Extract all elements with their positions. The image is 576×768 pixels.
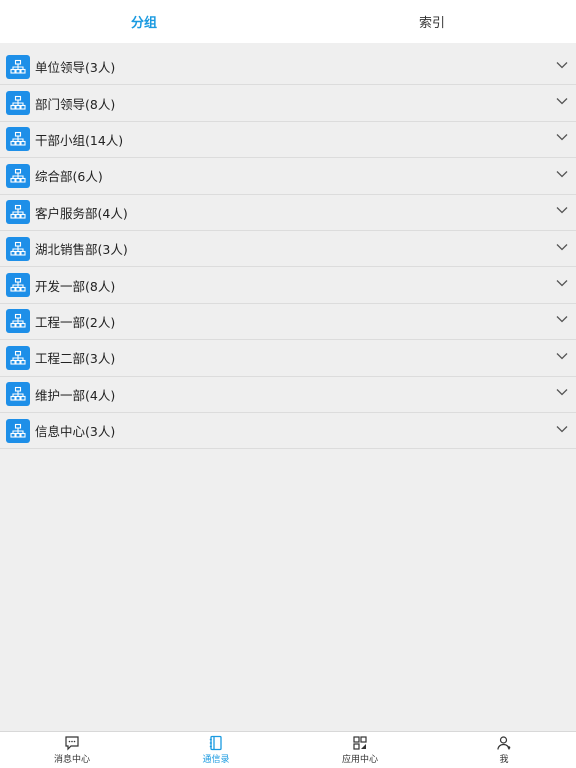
chevron-down-icon[interactable] bbox=[556, 352, 568, 360]
group-row[interactable]: 开发一部(8人) bbox=[0, 267, 576, 304]
org-chart-icon bbox=[6, 91, 30, 116]
nav-label: 消息中心 bbox=[53, 755, 90, 765]
chevron-down-icon[interactable] bbox=[556, 279, 568, 287]
chevron-down-icon[interactable] bbox=[556, 315, 568, 323]
group-row[interactable]: 湖北销售部(3人) bbox=[0, 231, 576, 268]
chevron-down-icon[interactable] bbox=[556, 425, 568, 433]
group-row[interactable]: 客户服务部(4人) bbox=[0, 195, 576, 231]
group-label: 干部小组(14人) bbox=[35, 132, 124, 148]
org-chart-icon bbox=[6, 273, 30, 298]
chevron-down-icon[interactable] bbox=[556, 206, 568, 214]
group-row[interactable]: 维护一部(4人) bbox=[0, 377, 576, 413]
nav-app-center[interactable]: 应用中心 bbox=[288, 732, 432, 768]
apps-grid-icon bbox=[353, 736, 367, 750]
group-row[interactable]: 工程二部(3人) bbox=[0, 340, 576, 377]
group-row[interactable]: 干部小组(14人) bbox=[0, 122, 576, 159]
group-row[interactable]: 单位领导(3人) bbox=[0, 49, 576, 86]
org-chart-icon bbox=[6, 418, 30, 443]
chevron-down-icon[interactable] bbox=[556, 133, 568, 141]
group-list: 单位领导(3人) 部门领导(8人) 干部小组(14人) 综合部(6人) 客户服务… bbox=[0, 49, 576, 450]
tab-index[interactable]: 索引 bbox=[288, 0, 576, 43]
nav-label: 应用中心 bbox=[341, 755, 378, 765]
bottom-nav-bar: 消息中心 通信录 应用中心 我 bbox=[0, 731, 576, 768]
org-chart-icon bbox=[6, 200, 30, 225]
tab-group[interactable]: 分组 bbox=[0, 0, 288, 43]
nav-contacts[interactable]: 通信录 bbox=[144, 732, 288, 768]
user-icon bbox=[497, 736, 511, 750]
top-tab-bar: 分组 索引 bbox=[0, 0, 576, 43]
group-row[interactable]: 部门领导(8人) bbox=[0, 85, 576, 122]
chevron-down-icon[interactable] bbox=[556, 97, 568, 105]
org-chart-icon bbox=[6, 345, 30, 370]
group-row[interactable]: 综合部(6人) bbox=[0, 158, 576, 195]
group-label: 客户服务部(4人) bbox=[35, 205, 128, 221]
group-row[interactable]: 工程一部(2人) bbox=[0, 304, 576, 341]
org-chart-icon bbox=[6, 163, 30, 188]
chevron-down-icon[interactable] bbox=[556, 388, 568, 396]
nav-label: 通信录 bbox=[202, 755, 230, 765]
group-label: 部门领导(8人) bbox=[35, 96, 116, 112]
group-label: 湖北销售部(3人) bbox=[35, 242, 128, 258]
group-label: 工程一部(2人) bbox=[35, 314, 116, 330]
chevron-down-icon[interactable] bbox=[556, 243, 568, 251]
group-row[interactable]: 信息中心(3人) bbox=[0, 413, 576, 450]
org-chart-icon bbox=[6, 309, 30, 334]
org-chart-icon bbox=[6, 236, 30, 261]
org-chart-icon bbox=[6, 382, 30, 407]
org-chart-icon bbox=[6, 54, 30, 79]
group-label: 单位领导(3人) bbox=[35, 60, 116, 76]
message-icon bbox=[65, 736, 79, 751]
group-label: 开发一部(8人) bbox=[35, 278, 116, 294]
org-chart-icon bbox=[6, 127, 30, 152]
chevron-down-icon[interactable] bbox=[556, 61, 568, 69]
group-label: 综合部(6人) bbox=[35, 169, 103, 185]
group-label: 信息中心(3人) bbox=[35, 424, 116, 440]
nav-label: 我 bbox=[499, 755, 509, 765]
nav-message-center[interactable]: 消息中心 bbox=[0, 732, 144, 768]
contacts-book-icon bbox=[209, 735, 222, 751]
chevron-down-icon[interactable] bbox=[556, 170, 568, 178]
group-label: 维护一部(4人) bbox=[35, 387, 116, 403]
group-label: 工程二部(3人) bbox=[35, 351, 116, 367]
nav-me[interactable]: 我 bbox=[432, 732, 576, 768]
